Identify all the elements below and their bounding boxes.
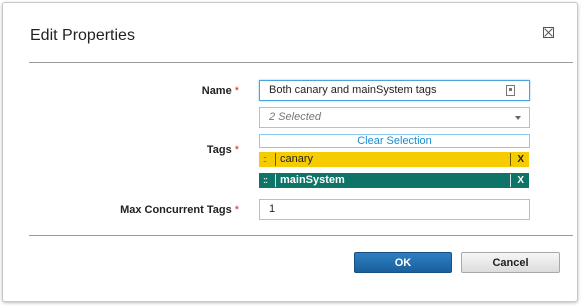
name-label-text: Name [201,85,232,97]
drag-handle-icon[interactable]: :: [263,173,268,188]
cancel-button[interactable]: Cancel [461,252,560,273]
tags-label: Tags * [207,144,239,156]
required-marker: * [234,85,239,97]
edit-properties-dialog: Edit Properties Name * Both canary and ma… [2,2,578,302]
chevron-down-icon[interactable] [515,116,521,120]
tag-divider [275,153,276,166]
tag-item-mainsystem: :: mainSystem X [259,173,529,188]
name-input-value: Both canary and mainSystem tags [269,84,437,96]
name-label: Name * [202,85,239,97]
clear-selection-button[interactable]: Clear Selection [259,134,530,148]
tag-label: mainSystem [280,174,345,186]
ok-button[interactable]: OK [354,252,452,273]
required-marker: * [234,204,239,216]
required-marker: * [234,144,239,156]
max-concurrent-value: 1 [269,203,276,215]
tag-item-canary: :: canary X [259,152,529,167]
tags-label-text: Tags [206,144,232,156]
tag-divider [510,153,511,166]
max-concurrent-label-text: Max Concurrent Tags [120,204,232,216]
close-icon[interactable] [543,27,554,38]
drag-handle-icon[interactable]: :: [263,152,267,167]
tag-label: canary [280,153,314,165]
remove-tag-button[interactable]: X [517,173,524,188]
dialog-title: Edit Properties [30,27,135,44]
name-input[interactable]: Both canary and mainSystem tags [259,80,530,101]
footer-divider [29,235,573,236]
tags-select[interactable]: 2 Selected [259,107,530,128]
max-concurrent-label: Max Concurrent Tags * [120,204,239,216]
remove-tag-button[interactable]: X [517,152,524,167]
max-concurrent-input[interactable]: 1 [259,199,530,220]
tags-select-value: 2 Selected [269,111,321,123]
tag-divider [510,174,511,187]
tag-divider [275,174,276,187]
header-divider [29,62,573,63]
field-picker-icon[interactable] [506,85,515,96]
